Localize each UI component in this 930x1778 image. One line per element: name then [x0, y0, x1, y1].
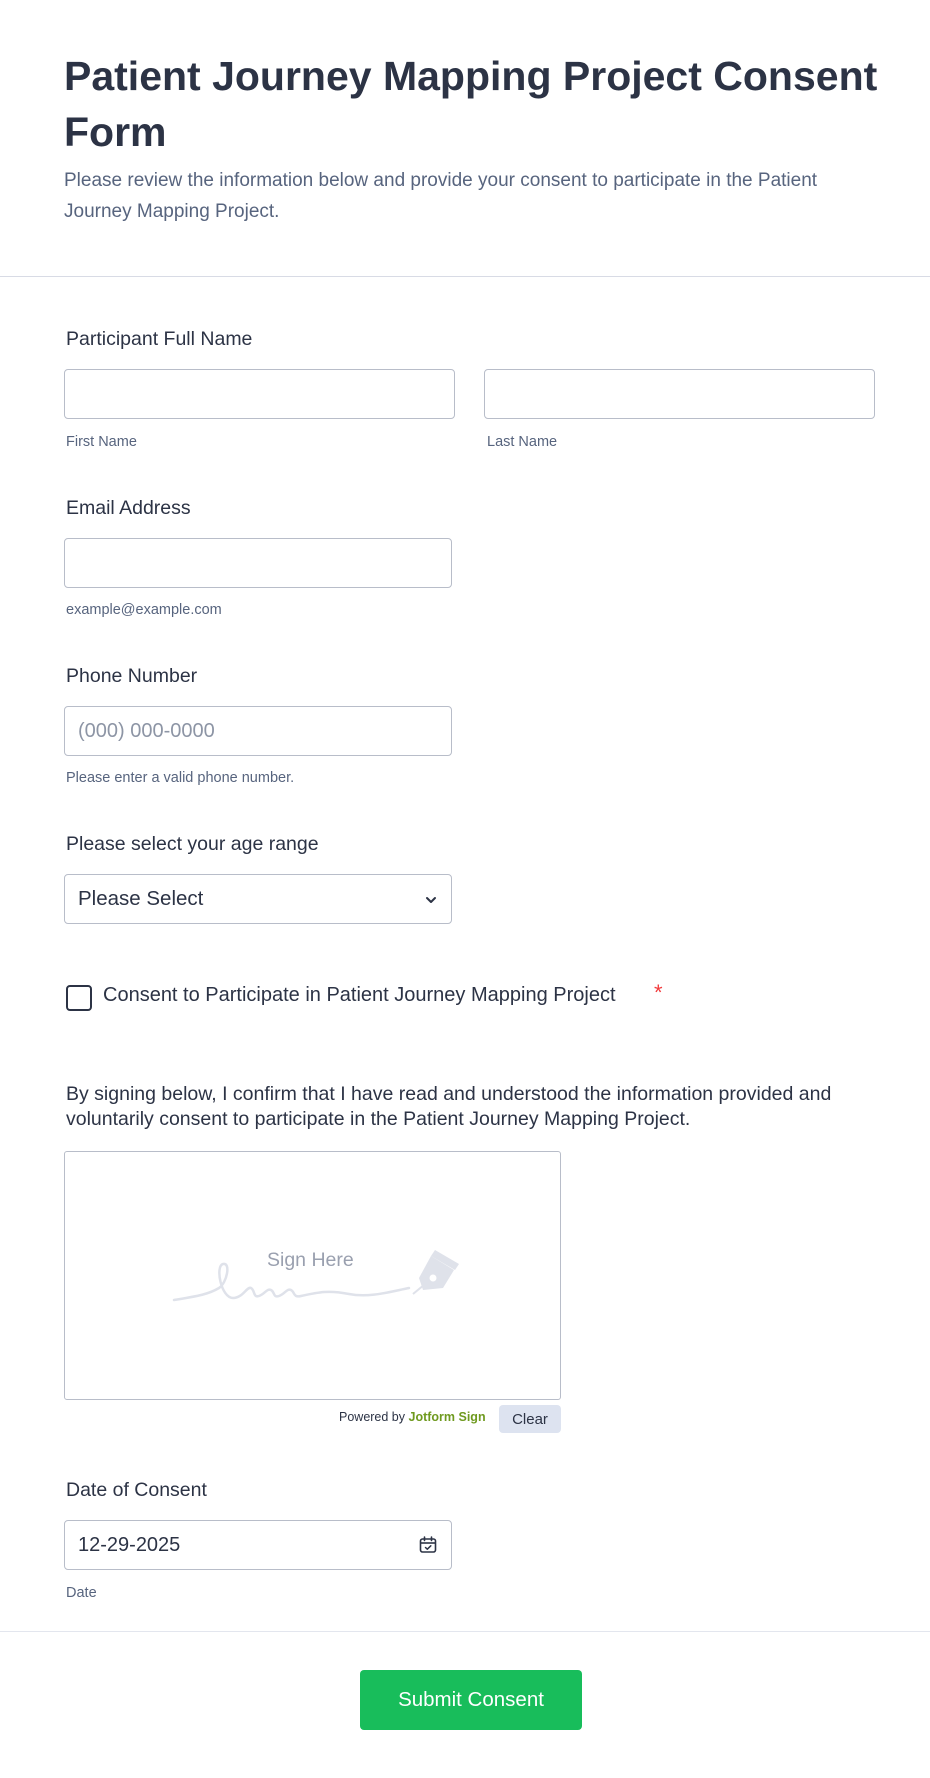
date-label: Date of Consent	[66, 1479, 207, 1501]
consent-checkbox[interactable]	[66, 985, 92, 1011]
clear-signature-button[interactable]: Clear	[499, 1405, 561, 1433]
consent-checkbox-label[interactable]: Consent to Participate in Patient Journe…	[103, 984, 616, 1007]
submit-consent-button[interactable]: Submit Consent	[360, 1670, 582, 1730]
jotform-sign-brand: Jotform Sign	[408, 1410, 486, 1424]
calendar-icon[interactable]	[418, 1535, 438, 1555]
phone-label: Phone Number	[66, 665, 198, 687]
signature-label: By signing below, I confirm that I have …	[66, 1083, 832, 1130]
phone-sublabel: Please enter a valid phone number.	[66, 770, 295, 786]
age-range-select[interactable]: Please Select	[64, 874, 452, 924]
signature-pad[interactable]: Sign Here	[64, 1151, 561, 1400]
first-name-input[interactable]	[64, 369, 455, 419]
email-input[interactable]	[64, 538, 452, 588]
age-range-selected-value: Please Select	[78, 887, 204, 910]
date-value: 12-29-2025	[78, 1533, 181, 1556]
age-range-label: Please select your age range	[66, 833, 319, 855]
powered-by-prefix: Powered by	[339, 1410, 406, 1424]
powered-by-text: Powered by Jotform Sign	[339, 1410, 486, 1424]
signature-scribble-icon	[172, 1250, 459, 1302]
date-sublabel: Date	[66, 1585, 97, 1601]
last-name-input[interactable]	[484, 369, 875, 419]
form-header: Patient Journey Mapping Project Consent …	[0, 0, 930, 277]
required-asterisk: *	[654, 980, 663, 1005]
first-name-sublabel: First Name	[66, 434, 137, 450]
phone-input[interactable]	[64, 706, 452, 756]
chevron-down-icon	[426, 897, 436, 903]
date-input[interactable]: 12-29-2025	[64, 1520, 452, 1570]
email-sublabel: example@example.com	[66, 602, 222, 618]
full-name-label: Participant Full Name	[66, 328, 253, 350]
page-title: Patient Journey Mapping Project Consent …	[64, 53, 878, 155]
email-label: Email Address	[66, 497, 191, 519]
page-subtitle: Please review the information below and …	[64, 170, 818, 222]
pen-nib-icon	[412, 1250, 459, 1295]
last-name-sublabel: Last Name	[487, 434, 558, 450]
footer-divider	[0, 1631, 930, 1632]
